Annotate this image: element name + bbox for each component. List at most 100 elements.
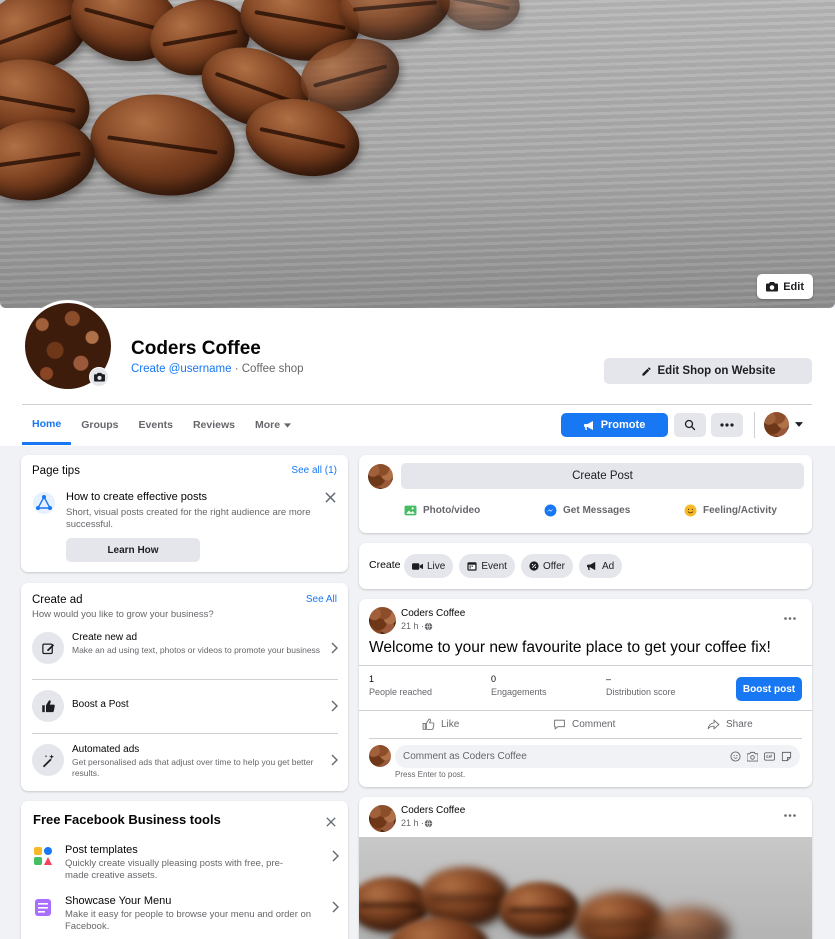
avatar[interactable] [369,805,396,832]
share-icon [707,719,720,730]
page-tips-title: Page tips [32,465,80,477]
create-ad-see-all[interactable]: See All [306,594,337,605]
post-text: Welcome to your new favourite place to g… [369,639,771,656]
chevron-right-icon [332,850,339,862]
magic-wand-icon [32,744,64,776]
share-button[interactable]: Share [707,718,753,731]
edit-shop-button[interactable]: Edit Shop on Website [604,358,812,384]
create-post-label: Create Post [572,470,633,482]
megaphone-icon [587,561,596,571]
sticker-icon[interactable] [781,751,792,762]
comment-input[interactable]: Comment as Coders Coffee [395,745,800,768]
post-author[interactable]: Coders Coffee [401,805,465,816]
avatar [368,464,393,489]
photo-video-button[interactable]: Photo/video [404,504,480,517]
chevron-right-icon [331,642,338,654]
divider [32,679,338,680]
promote-label: Promote [600,419,646,431]
post-time[interactable]: 21 h · [401,818,424,828]
live-chip[interactable]: Live [404,554,454,578]
tool-title: Showcase Your Menu [65,895,172,907]
tab-events[interactable]: Events [129,405,183,445]
tab-reviews[interactable]: Reviews [183,405,245,445]
get-messages-button[interactable]: Get Messages [544,504,630,517]
search-icon [684,419,696,431]
create-bar: Create Live Event Offer Ad [359,543,812,589]
learn-how-label: Learn How [107,544,159,556]
more-dots-icon[interactable] [784,617,796,620]
thumbs-up-icon [422,718,435,730]
ad-item-title: Create new ad [72,632,138,643]
stat-distribution-score: – Distribution score [606,674,676,697]
tab-label: More [255,419,281,431]
boost-post-item[interactable]: Boost a Post [32,690,338,722]
search-button[interactable] [674,413,706,437]
ad-chip[interactable]: Ad [578,554,623,578]
emoji-icon[interactable] [730,751,741,762]
account-switcher[interactable] [764,412,803,437]
offer-chip[interactable]: Offer [520,554,573,578]
more-dots-icon [720,423,734,427]
stat-label: People reached [369,687,433,697]
edit-shop-label: Edit Shop on Website [657,365,776,377]
promote-button[interactable]: Promote [561,413,668,437]
page-category: · Coffee shop [231,363,304,375]
post-templates-item[interactable]: Post templates Quickly create visually p… [33,844,339,883]
ad-item-desc: Make an ad using text, photos or videos … [72,645,321,655]
stat-engagements: 0 Engagements [491,674,547,697]
post-time[interactable]: 21 h · [401,621,424,631]
showcase-menu-item[interactable]: Showcase Your Menu Make it easy for peop… [33,895,339,934]
tab-home[interactable]: Home [22,405,72,445]
learn-how-button[interactable]: Learn How [66,538,200,562]
camera-icon [93,372,105,382]
camera-icon[interactable] [747,751,758,762]
create-chips: Live Event Offer Ad [404,554,623,578]
comment-tools [730,751,792,762]
close-icon[interactable] [326,817,336,827]
stat-label: Engagements [491,687,547,697]
feeling-activity-button[interactable]: Feeling/Activity [684,504,777,517]
post-author[interactable]: Coders Coffee [401,608,465,619]
tab-groups[interactable]: Groups [71,405,128,445]
video-camera-icon [412,562,423,570]
stat-label: Distribution score [606,687,676,697]
more-options-button[interactable] [711,413,743,437]
more-dots-icon[interactable] [784,814,796,817]
create-post-button[interactable]: Create Post [401,463,804,489]
like-button[interactable]: Like [422,718,459,731]
create-new-ad-item[interactable]: Create new ad Make an ad using text, pho… [32,632,338,664]
create-username-link[interactable]: Create @username [131,363,232,375]
thumbs-up-icon [32,690,64,722]
feeling-label: Feeling/Activity [703,505,777,516]
divider [359,665,812,666]
stat-value: – [606,674,612,684]
page-tips-see-all[interactable]: See all (1) [291,465,337,476]
event-chip[interactable]: Event [459,554,515,578]
caret-down-icon [795,422,803,427]
post-meta: 21 h · [401,818,433,828]
create-ad-subtitle: How would you like to grow your business… [32,609,214,620]
templates-icon [34,847,52,865]
comment-button[interactable]: Comment [553,718,615,731]
tab-more[interactable]: More [245,405,301,445]
post-image[interactable] [359,837,812,939]
post-meta: 21 h · [401,621,433,631]
create-ad-icon [32,632,64,664]
edit-cover-button[interactable]: Edit [757,274,813,299]
automated-ads-item[interactable]: Automated ads Get personalised ads that … [32,744,338,778]
update-profile-picture-button[interactable] [89,367,109,387]
chevron-right-icon [332,901,339,913]
gif-icon[interactable] [764,751,775,762]
boost-post-label: Boost post [742,683,796,695]
page-tips-card: Page tips See all (1) How to create effe… [21,455,348,572]
chip-label: Event [481,560,507,572]
chip-label: Ad [601,560,615,572]
divider [32,733,338,734]
calendar-icon [467,562,477,571]
create-ad-card: Create ad See All How would you like to … [21,583,348,791]
divider [359,710,812,711]
pencil-icon [641,366,651,376]
avatar[interactable] [369,607,396,634]
close-icon[interactable] [325,492,336,503]
boost-post-button[interactable]: Boost post [736,677,802,701]
